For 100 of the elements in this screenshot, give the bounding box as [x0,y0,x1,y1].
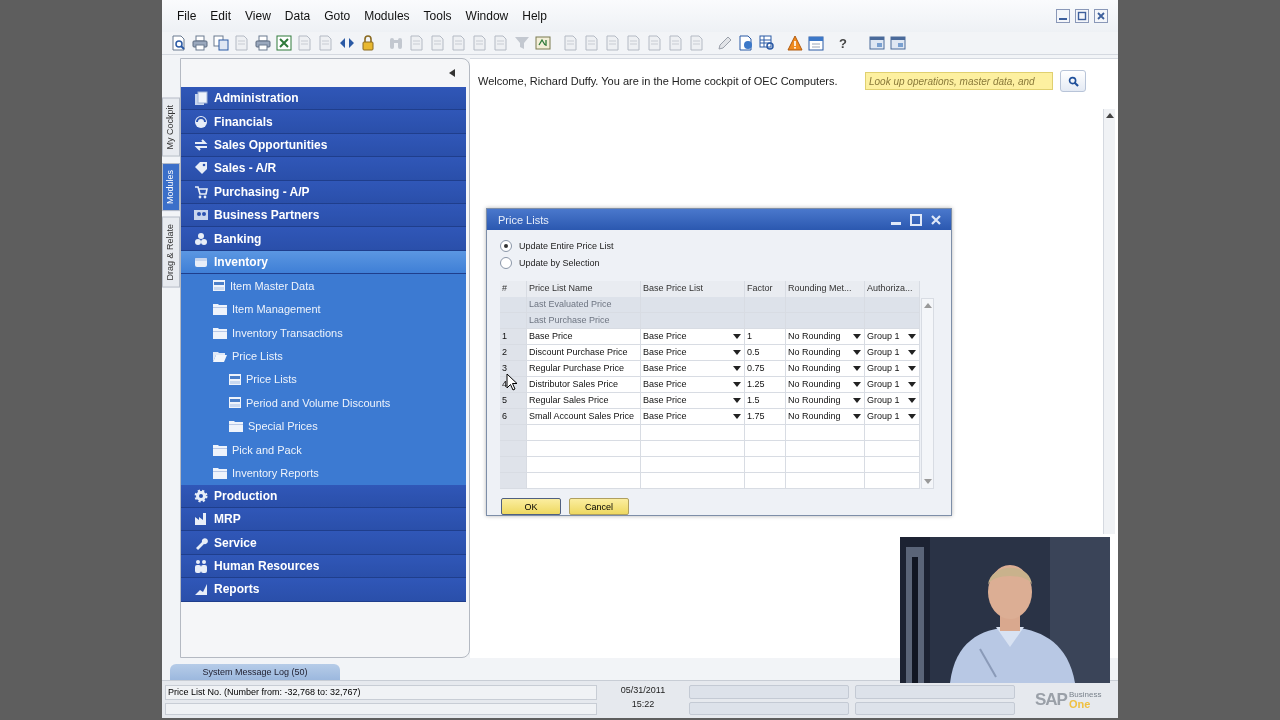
scrollbar[interactable] [921,298,934,489]
collapse-arrow-icon[interactable] [449,69,455,77]
menu-item[interactable]: Help [515,9,554,23]
tree-item[interactable]: Item Master Data [181,274,466,298]
dropdown-arrow-icon[interactable] [733,398,741,403]
table-cell[interactable]: 1.5 [745,393,786,408]
window-icon[interactable] [890,35,906,51]
maximize-button[interactable] [1075,9,1089,23]
module-item[interactable]: Business Partners [181,203,466,228]
close-button[interactable] [1094,9,1108,23]
printer-icon[interactable] [255,35,271,51]
side-tab[interactable]: My Cockpit [162,98,180,157]
module-item[interactable]: Reports [181,578,466,602]
table-cell[interactable]: Discount Purchase Price [527,345,641,360]
dialog-button[interactable]: Cancel [569,498,629,515]
module-item[interactable]: Financials [181,110,466,134]
option-label[interactable]: Update Entire Price List [519,240,614,251]
page-icon[interactable] [493,35,509,51]
column-header[interactable]: # [500,281,527,297]
table-cell[interactable]: 1.75 [745,409,786,424]
tree-item[interactable]: Period and Volume Discounts [181,391,466,415]
dropdown-cell[interactable]: Base Price [641,393,745,408]
table-cell[interactable]: Regular Sales Price [527,393,641,408]
page-icon[interactable] [563,35,579,51]
pencil-icon[interactable] [717,35,733,51]
module-item[interactable]: Production [181,484,466,509]
documents-icon[interactable] [213,35,229,51]
dropdown-arrow-icon[interactable] [908,414,916,419]
window-icon[interactable] [869,35,885,51]
menu-item[interactable]: Tools [416,9,459,23]
page-icon[interactable] [318,35,334,51]
page-icon[interactable] [409,35,425,51]
calendar-icon[interactable] [808,35,824,51]
dropdown-arrow-icon[interactable] [853,382,861,387]
table-cell[interactable]: 1 [745,329,786,344]
dropdown-cell[interactable]: No Rounding [786,361,865,376]
column-header[interactable]: Factor [745,281,786,297]
tree-item[interactable]: Special Prices [181,414,466,438]
menu-item[interactable]: Data [277,9,318,23]
dropdown-arrow-icon[interactable] [853,334,861,339]
menu-item[interactable]: Modules [357,9,417,23]
side-tab[interactable]: Drag & Relate [162,216,180,288]
dropdown-arrow-icon[interactable] [908,382,916,387]
dropdown-cell[interactable]: No Rounding [786,345,865,360]
page-icon[interactable] [689,35,705,51]
page-icon[interactable] [647,35,663,51]
dropdown-cell[interactable]: Group 1 [865,377,920,392]
module-item[interactable]: Administration [181,87,466,111]
dropdown-arrow-icon[interactable] [733,350,741,355]
search-field[interactable]: Look up operations, master data, and [865,72,1053,90]
page-icon[interactable] [668,35,684,51]
scroll-up-icon[interactable] [1105,113,1114,118]
table-cell[interactable]: 0.75 [745,361,786,376]
close-button[interactable] [929,212,943,227]
sort-icon[interactable] [535,35,551,51]
table-cell[interactable]: Base Price [527,329,641,344]
spreadsheet-icon[interactable] [276,35,292,51]
dropdown-arrow-icon[interactable] [908,366,916,371]
dropdown-arrow-icon[interactable] [853,366,861,371]
option-label[interactable]: Update by Selection [519,257,600,268]
dialog-button[interactable]: OK [501,498,561,515]
minimize-button[interactable] [1056,9,1070,23]
table-cell[interactable]: 0.5 [745,345,786,360]
dropdown-cell[interactable]: Group 1 [865,361,920,376]
printer-icon[interactable] [192,35,208,51]
dropdown-arrow-icon[interactable] [853,398,861,403]
table-cell[interactable]: Small Account Sales Price [527,409,641,424]
page-icon[interactable] [472,35,488,51]
tree-item[interactable]: Price Lists [181,344,466,368]
page-icon[interactable] [430,35,446,51]
column-header[interactable]: Price List Name [527,281,641,297]
dropdown-arrow-icon[interactable] [908,350,916,355]
page-icon[interactable] [297,35,313,51]
dropdown-arrow-icon[interactable] [908,398,916,403]
tree-item[interactable]: Inventory Transactions [181,320,466,345]
dropdown-cell[interactable]: Base Price [641,409,745,424]
side-tab[interactable]: Modules [162,162,180,211]
binoculars-icon[interactable] [388,35,404,51]
column-header[interactable]: Authoriza... [865,281,920,297]
page-icon[interactable] [605,35,621,51]
column-header[interactable]: Base Price List [641,281,745,297]
module-item[interactable]: Human Resources [181,554,466,579]
dropdown-cell[interactable]: No Rounding [786,377,865,392]
lock-icon[interactable] [360,35,376,51]
menu-item[interactable]: Window [458,9,516,23]
dropdown-cell[interactable]: Base Price [641,345,745,360]
table-cell[interactable]: Regular Purchase Price [527,361,641,376]
tree-item[interactable]: Inventory Reports [181,461,466,485]
dropdown-cell[interactable]: Base Price [641,361,745,376]
dropdown-arrow-icon[interactable] [853,350,861,355]
menu-item[interactable]: Goto [317,9,358,23]
menu-item[interactable]: View [238,9,278,23]
message-log-tab[interactable]: System Message Log (50) [170,664,340,680]
module-item[interactable]: Service [181,531,466,555]
radio-button[interactable] [500,239,512,252]
dropdown-arrow-icon[interactable] [733,366,741,371]
dropdown-cell[interactable]: No Rounding [786,393,865,408]
document-edit-icon[interactable] [738,35,754,51]
scrollbar[interactable] [1103,109,1115,534]
warning-icon[interactable] [787,35,803,51]
